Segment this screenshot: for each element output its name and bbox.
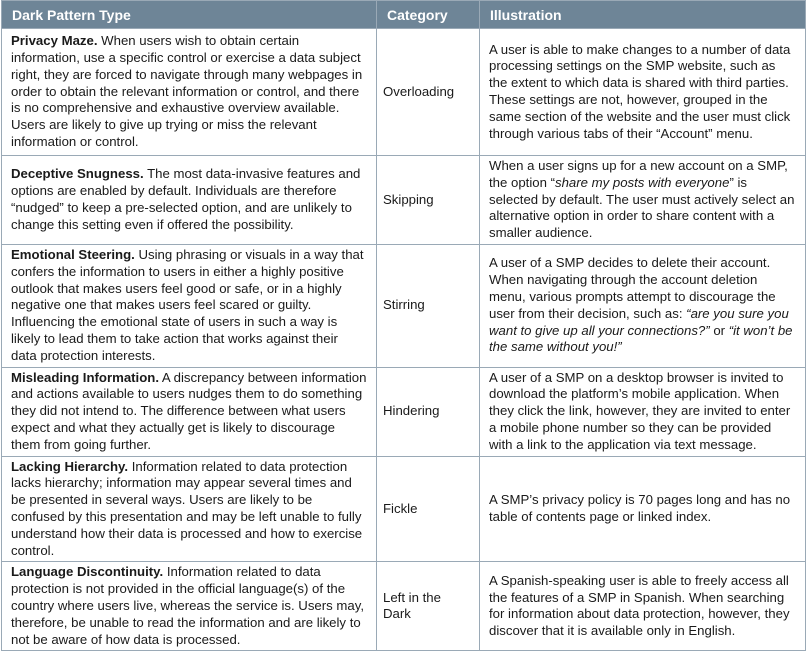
pattern-description: Emotional Steering. Using phrasing or vi… xyxy=(1,243,377,368)
pattern-category: Overloading xyxy=(376,28,480,156)
pattern-illustration: A user is able to make changes to a numb… xyxy=(479,28,806,156)
header-illustration: Illustration xyxy=(479,0,806,29)
pattern-category: Skipping xyxy=(376,155,480,245)
table-row: Language Discontinuity. Information rela… xyxy=(1,561,806,651)
header-category: Category xyxy=(376,0,480,29)
pattern-name: Language Discontinuity. xyxy=(11,564,164,580)
pattern-category: Stirring xyxy=(376,243,480,368)
pattern-description: Misleading Information. A discrepancy be… xyxy=(1,366,377,457)
pattern-name: Privacy Maze. xyxy=(11,33,98,49)
table-row: Misleading Information. A discrepancy be… xyxy=(1,366,806,457)
table-row: Lacking Hierarchy. Information related t… xyxy=(1,455,806,563)
table-row: Emotional Steering. Using phrasing or vi… xyxy=(1,243,806,368)
pattern-category: Fickle xyxy=(376,455,480,563)
pattern-description: Lacking Hierarchy. Information related t… xyxy=(1,455,377,563)
table-row: Deceptive Snugness. The most data-invasi… xyxy=(1,155,806,245)
pattern-description: Language Discontinuity. Information rela… xyxy=(1,561,377,651)
pattern-description: Deceptive Snugness. The most data-invasi… xyxy=(1,155,377,245)
pattern-illustration: A user of a SMP on a desktop browser is … xyxy=(479,366,806,457)
header-dark-pattern-type: Dark Pattern Type xyxy=(1,0,377,29)
dark-patterns-table: Dark Pattern Type Category Illustration … xyxy=(1,0,806,651)
pattern-name: Emotional Steering. xyxy=(11,246,135,262)
table-header-row: Dark Pattern Type Category Illustration xyxy=(1,0,806,29)
pattern-illustration: When a user signs up for a new account o… xyxy=(479,155,806,245)
pattern-text: Using phrasing or visuals in a way that … xyxy=(11,246,364,363)
pattern-illustration: A SMP’s privacy policy is 70 pages long … xyxy=(479,455,806,563)
pattern-illustration: A user of a SMP decides to delete their … xyxy=(479,243,806,368)
pattern-description: Privacy Maze. When users wish to obtain … xyxy=(1,28,377,156)
pattern-category: Left in the Dark xyxy=(376,561,480,651)
pattern-category: Hindering xyxy=(376,366,480,457)
pattern-name: Misleading Information. xyxy=(11,369,159,385)
pattern-name: Deceptive Snugness. xyxy=(11,166,144,182)
pattern-name: Lacking Hierarchy. xyxy=(11,458,129,474)
pattern-text: When users wish to obtain certain inform… xyxy=(11,33,363,149)
emphasis-text: share my posts with everyone xyxy=(554,174,730,190)
table-row: Privacy Maze. When users wish to obtain … xyxy=(1,28,806,156)
pattern-illustration: A Spanish-speaking user is able to freel… xyxy=(479,561,806,651)
